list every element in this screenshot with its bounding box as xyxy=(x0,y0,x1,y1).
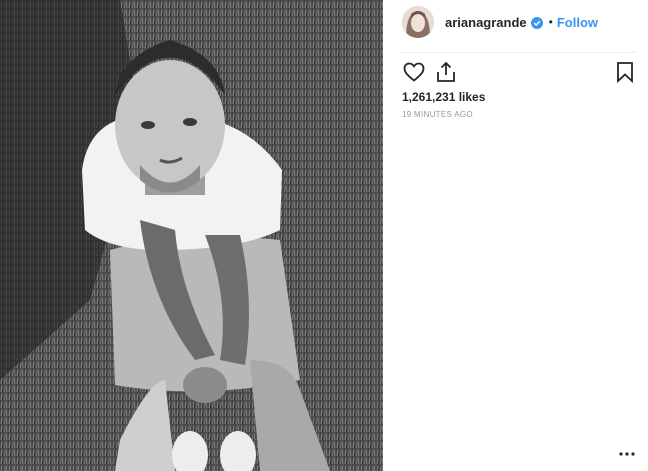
header-divider xyxy=(402,52,637,53)
post-timestamp[interactable]: 19 MINUTES AGO xyxy=(402,110,473,119)
post-actions-bar xyxy=(402,60,637,86)
username-link[interactable]: arianagrande xyxy=(445,15,527,30)
follow-button[interactable]: Follow xyxy=(557,15,598,30)
avatar[interactable] xyxy=(402,6,434,38)
likes-count[interactable]: 1,261,231 likes xyxy=(402,90,485,104)
bookmark-icon[interactable] xyxy=(613,60,637,84)
post-photo[interactable] xyxy=(0,0,383,471)
more-options-icon[interactable] xyxy=(618,446,636,462)
heart-icon[interactable] xyxy=(402,60,426,84)
verified-badge-icon xyxy=(530,16,543,29)
separator-dot: • xyxy=(548,15,553,29)
post-header: arianagrande • Follow xyxy=(402,6,598,38)
post-side-panel: arianagrande • Follow 1,261,231 likes 19… xyxy=(383,0,648,471)
share-icon[interactable] xyxy=(434,60,458,84)
avatar-image xyxy=(402,6,434,38)
post-photo-image xyxy=(0,0,383,471)
